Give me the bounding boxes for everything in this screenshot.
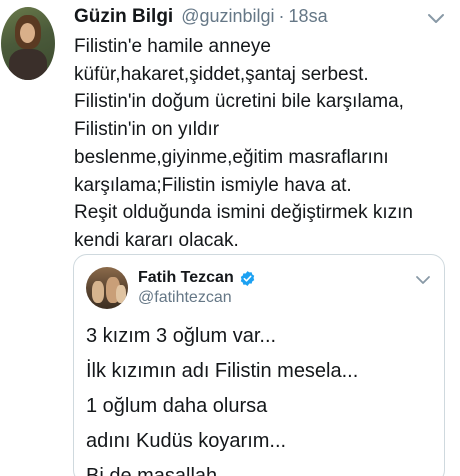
verified-badge-icon	[239, 270, 256, 287]
tweet: Güzin Bilgi @guzinbilgi · 18sa Filistin'…	[0, 0, 460, 476]
quoted-text-line: 3 kızım 3 oğlum var...	[86, 325, 277, 347]
quoted-text-line: İlk kızımın adı Filistin mesela...	[86, 360, 359, 382]
tweet-header: Güzin Bilgi @guzinbilgi · 18sa	[74, 6, 328, 30]
avatar-face	[20, 23, 35, 43]
tweet-text-line: beslenme,giyinme,eğitim masraflarını	[74, 146, 389, 168]
tweet-text-line: Filistin'in doğum ücretini bile karşılam…	[74, 91, 404, 113]
quoted-tweet-card[interactable]: Fatih Tezcan @fatihtezcan 3 kızım 3 oğlu…	[73, 254, 445, 476]
quoted-tweet-text: 3 kızım 3 oğlum var... İlk kızımın adı F…	[86, 319, 441, 476]
separator-dot: ·	[278, 6, 285, 26]
tweet-text-line: Reşit olduğunda ismini değiştirmek kızın	[74, 202, 413, 224]
tweet-text-line: Filistin'in on yıldır	[74, 119, 220, 141]
tweet-text-line: Filistin'e hamile anneye	[74, 36, 271, 57]
author-avatar[interactable]	[1, 7, 55, 80]
chevron-down-icon[interactable]	[425, 10, 447, 26]
quoted-author-avatar[interactable]	[86, 267, 128, 309]
tweet-timestamp[interactable]: 18sa	[289, 6, 328, 27]
tweet-text-line: küfür,hakaret,şiddet,şantaj serbest.	[74, 63, 369, 85]
avatar-person	[92, 281, 104, 303]
quoted-text-line: Bi de maşallah ....	[86, 465, 245, 476]
quoted-name-row: Fatih Tezcan	[138, 269, 256, 287]
avatar-person	[116, 285, 126, 303]
tweet-text: Filistin'e hamile anneye küfür,hakaret,ş…	[74, 33, 456, 255]
author-name[interactable]: Güzin Bilgi	[74, 6, 173, 28]
tweet-text-line: kendi kararı olacak.	[74, 229, 239, 251]
tweet-text-line: karşılama;Filistin ismiyle hava at.	[74, 174, 352, 196]
avatar-body	[9, 49, 47, 80]
author-handle[interactable]: @guzinbilgi	[181, 6, 274, 27]
quoted-author-handle[interactable]: @fatihtezcan	[138, 289, 232, 307]
quoted-author-name[interactable]: Fatih Tezcan	[138, 269, 234, 287]
quoted-text-line: adını Kudüs koyarım...	[86, 430, 287, 452]
quoted-text-line: 1 oğlum daha olursa	[86, 395, 268, 417]
chevron-down-icon[interactable]	[414, 273, 432, 287]
